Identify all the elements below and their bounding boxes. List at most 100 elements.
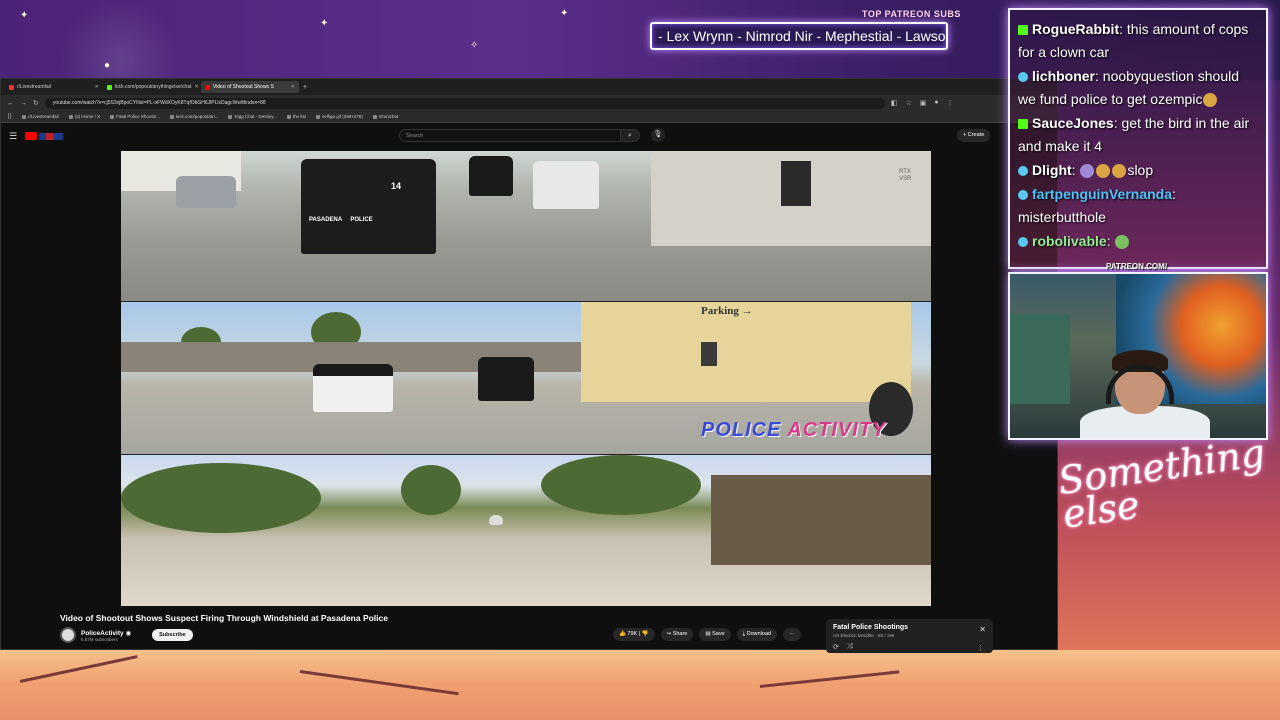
menu-icon[interactable]: ⋮ [947,99,954,107]
star-bookmark-icon[interactable]: ☆ [906,99,912,107]
tab-youtube[interactable]: Video of Shootout Shows S ✕ [201,81,299,93]
close-icon[interactable]: ✕ [291,84,295,90]
ground-crack [299,670,459,696]
star-icon: ● [104,60,111,71]
patreon-heading: TOP PATREON SUBS [862,9,961,19]
browser-window: r/Livestreamfail ✕ kick.com/popout/anyth… [0,78,1058,653]
tab-bar: r/Livestreamfail ✕ kick.com/popout/anyth… [1,79,1057,95]
search-icon[interactable]: ⌕ [620,129,640,142]
channel-watermark: POLICE ACTIVITY [701,419,887,441]
chat-username[interactable]: RogueRabbit [1032,21,1119,37]
avatar[interactable] [60,627,76,643]
create-button[interactable]: + Create [957,129,991,142]
video-panel-top: 14 PASADENA POLICE RTX VSR [121,151,931,301]
fence [711,475,931,565]
video-panel-bottom [121,455,931,606]
police-car: 14 PASADENA POLICE [301,159,436,254]
bookmark-item[interactable]: evlfige.gif (299×278) [315,114,363,119]
chat-username[interactable]: lichboner [1032,68,1095,84]
car-text: PASADENA POLICE [309,217,373,223]
video-actions: 👍 79K | 👎 ↪ Share ▤ Save ⤓ Download ··· [613,628,801,641]
thumbs-down-icon[interactable]: 👎 [642,631,649,637]
loop-icon[interactable]: ⟳ [833,643,839,651]
chat-bubble-icon [1018,237,1028,248]
tab-kick[interactable]: kick.com/popout/anythingelse/chat ✕ [103,81,201,93]
kick-icon [1018,25,1028,36]
chat-username[interactable]: SauceJones [1032,115,1114,131]
save-icon: ▤ [705,631,711,637]
kick-icon [1018,119,1028,130]
emote-icon [1112,164,1127,179]
star-icon: ✦ [320,18,329,29]
channel-name[interactable]: PoliceActivity ◉ [81,629,131,637]
bookmark-item[interactable]: Omnichat [372,114,398,119]
emote-icon [1096,164,1111,179]
car [533,161,599,209]
star-icon: ✧ [470,40,479,51]
reload-icon[interactable]: ↻ [33,99,39,107]
like-button[interactable]: 👍 79K | 👎 [613,628,655,641]
close-icon[interactable]: ✕ [95,84,99,90]
chat-message: fartpenguinVernanda: misterbutthole [1018,186,1176,225]
video-player[interactable]: 14 PASADENA POLICE RTX VSR Parking → POL… [121,151,931,606]
apps-icon[interactable]: ⠿ [7,113,12,121]
car-number: 14 [391,181,402,191]
extensions: ◧ ☆ ▣ ● ⋮ [891,99,954,107]
download-button[interactable]: ⤓ Download [736,628,778,641]
chat-username[interactable]: robolivable [1032,233,1107,249]
webcam-feed [1008,272,1268,440]
chat-bubble-icon [1018,72,1028,83]
subscriber-count: 6.87M subscribers [81,636,118,642]
chat-bubble-icon [1018,166,1028,177]
youtube-icon [25,132,38,140]
door [781,161,811,206]
emote-icon [1115,235,1130,250]
back-icon[interactable]: ← [7,100,14,107]
share-button[interactable]: ↪ Share [660,628,694,641]
tree [121,463,321,533]
forward-icon[interactable]: → [20,100,27,107]
puzzle-icon[interactable]: ▣ [920,99,927,107]
more-actions-button[interactable]: ··· [783,628,801,641]
chat-username[interactable]: fartpenguinVernanda [1032,186,1172,202]
close-icon[interactable]: ✕ [979,625,986,634]
chat-username[interactable]: Dlight [1032,162,1072,178]
bookmark-item[interactable]: kick.com/popout/an... [169,114,218,119]
bookmark-item[interactable]: Digg Chat - Destiny... [228,114,277,119]
video-corner-tag: RTX VSR [899,169,912,182]
playlist-panel: Fatal Police Shootings US Election Meddl… [826,619,993,653]
subscribe-button[interactable]: Subscribe [152,629,193,641]
chat-text: slop [1127,162,1154,178]
reddit-icon [9,84,14,90]
new-tab-button[interactable]: + [303,84,307,91]
bookmark-item[interactable]: the list [286,114,306,119]
extension-icon[interactable]: ◧ [891,99,898,107]
profile-icon[interactable]: ● [934,99,938,107]
hamburger-icon[interactable]: ☰ [9,131,17,142]
bookmark-item[interactable]: r/Livestreamfail [22,114,59,119]
chat-message: lichboner: noobyquestion should we fund … [1018,68,1240,108]
channel-info: PoliceActivity ◉ 6.87M subscribers [81,629,131,642]
youtube-logo[interactable] [25,132,65,141]
police-car [478,357,534,401]
emote-icon [1203,93,1218,108]
bookmark-item[interactable]: Fatal Police Shootin... [110,114,160,119]
close-icon[interactable]: ✕ [194,84,198,90]
flag-icon [39,132,64,140]
kebab-menu-icon[interactable]: ⋮ [977,644,984,652]
playlist-title[interactable]: Fatal Police Shootings [833,624,986,631]
video-panel-middle: Parking → POLICE ACTIVITY [121,302,931,454]
tab-reddit[interactable]: r/Livestreamfail ✕ [5,81,103,93]
chat-bubble-icon [1018,190,1028,201]
bookmark-item[interactable]: (3) Home / X [68,114,100,119]
search-input[interactable]: Search [399,129,621,142]
save-button[interactable]: ▤ Save [699,628,731,641]
playlist-controls: ⟳ ⤨ [833,643,852,651]
microphone-icon[interactable]: 🎙 [651,128,665,142]
shelf [1010,314,1070,404]
car [489,515,503,525]
shuffle-icon[interactable]: ⤨ [847,643,853,651]
ground-crack [19,655,138,683]
url-input[interactable]: youtube.com/watch?v=cj5S3xjBpoCYIlist=PL… [44,97,885,109]
tab-label: kick.com/popout/anythingelse/chat [115,84,192,90]
